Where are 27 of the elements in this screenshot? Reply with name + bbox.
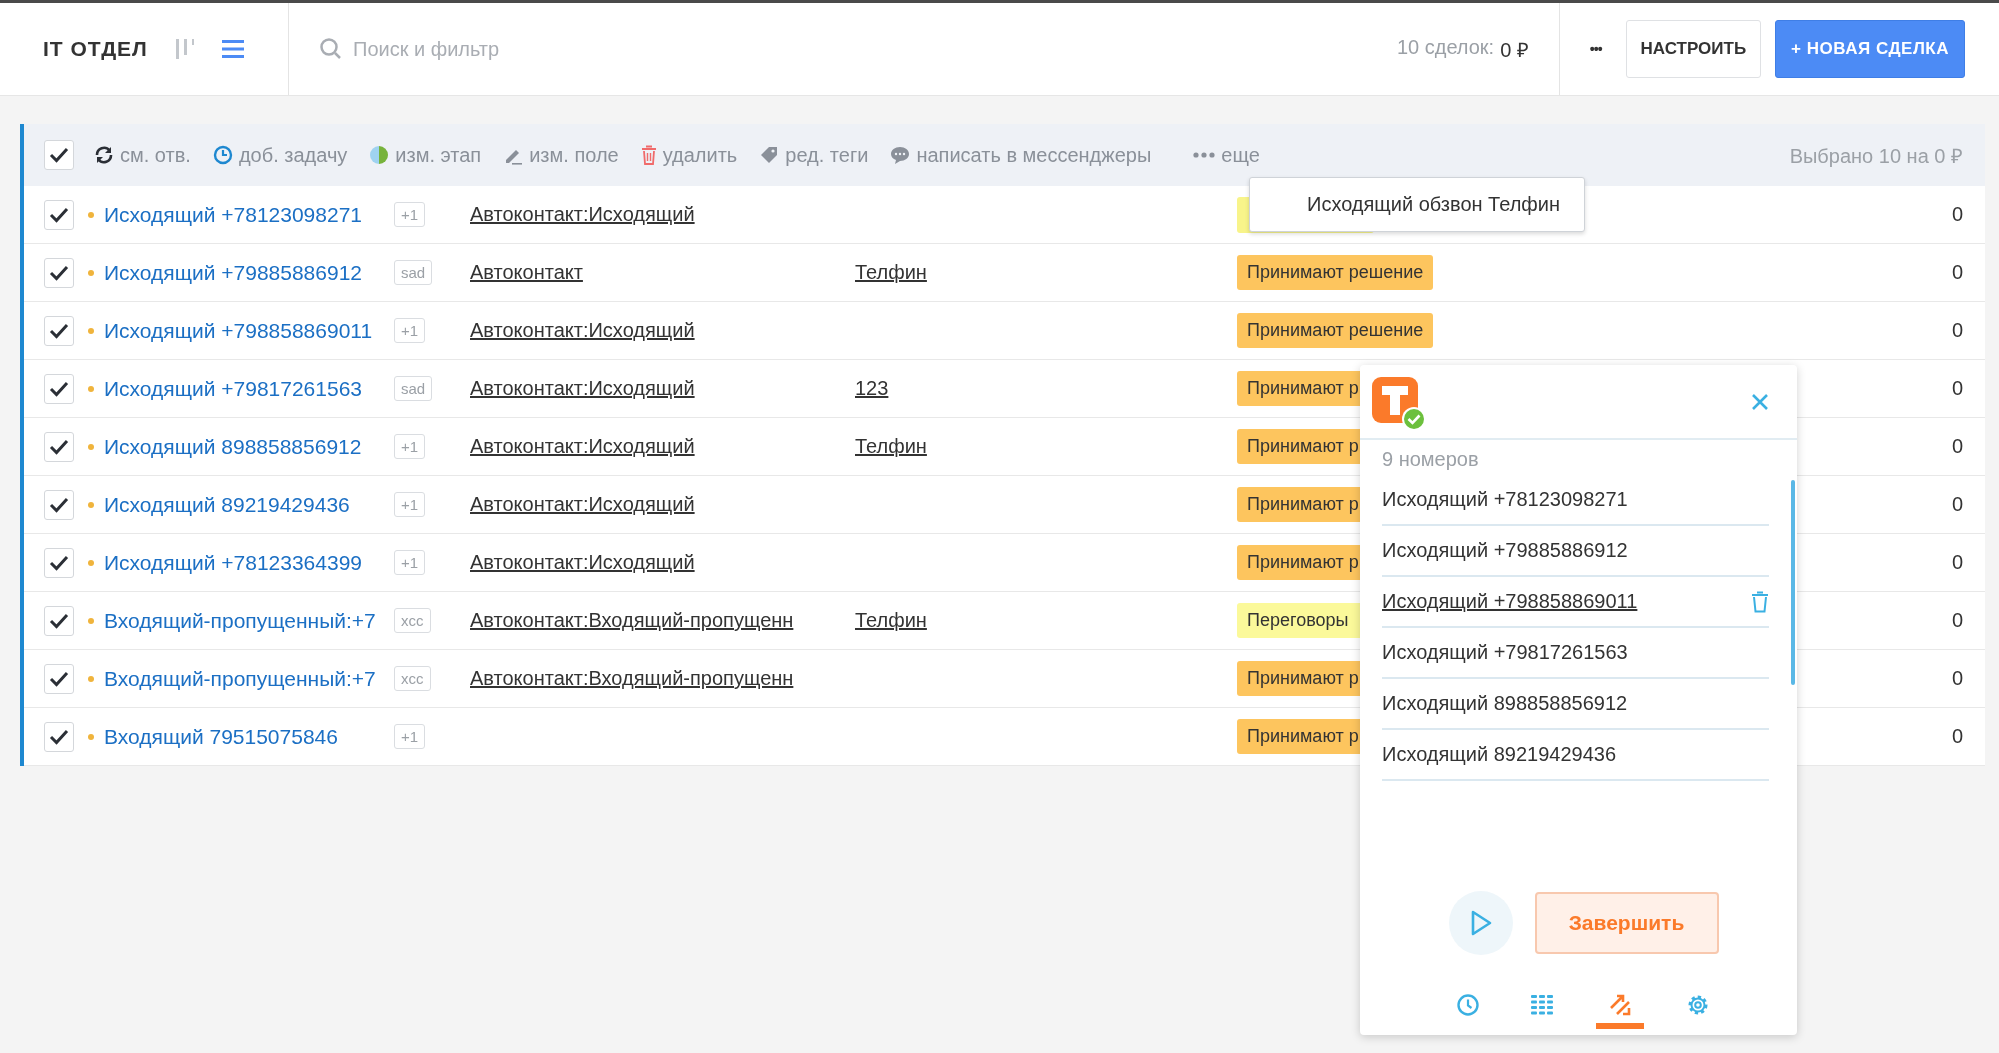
tag-chip: xcc (394, 608, 431, 633)
amount-cell: 0 (1951, 725, 1963, 748)
amount-cell: 0 (1951, 609, 1963, 632)
tag-chip: +1 (394, 492, 426, 517)
tag-chip: +1 (394, 318, 426, 343)
amount-cell: 0 (1951, 261, 1963, 284)
tag-chip: +1 (394, 434, 426, 459)
status-badge: Принимают решение (1237, 313, 1434, 348)
section-title: IT ОТДЕЛ (43, 37, 148, 61)
tag-chip: +1 (394, 202, 426, 227)
selection-summary: Выбрано 10 на 0 ₽ (1789, 143, 1963, 169)
deal-count: 10 сделок: (1396, 35, 1495, 60)
amount-cell: 0 (1951, 493, 1963, 516)
deal-total: 0 ₽ (1500, 37, 1529, 63)
status-badge: Принимают решение (1237, 255, 1434, 290)
tag-chip: +1 (394, 550, 426, 575)
tag-chip: +1 (394, 724, 426, 749)
tag-chip: sad (394, 376, 433, 401)
tag-chip: xcc (394, 666, 431, 691)
amount-cell: 0 (1951, 319, 1963, 342)
amount-cell: 0 (1951, 667, 1963, 690)
amount-cell: 0 (1951, 377, 1963, 400)
number-count: 9 номеров (1381, 447, 1480, 472)
tag-chip: sad (394, 260, 433, 285)
amount-cell: 0 (1951, 551, 1963, 574)
amount-cell: 0 (1951, 203, 1963, 226)
amount-cell: 0 (1951, 435, 1963, 458)
